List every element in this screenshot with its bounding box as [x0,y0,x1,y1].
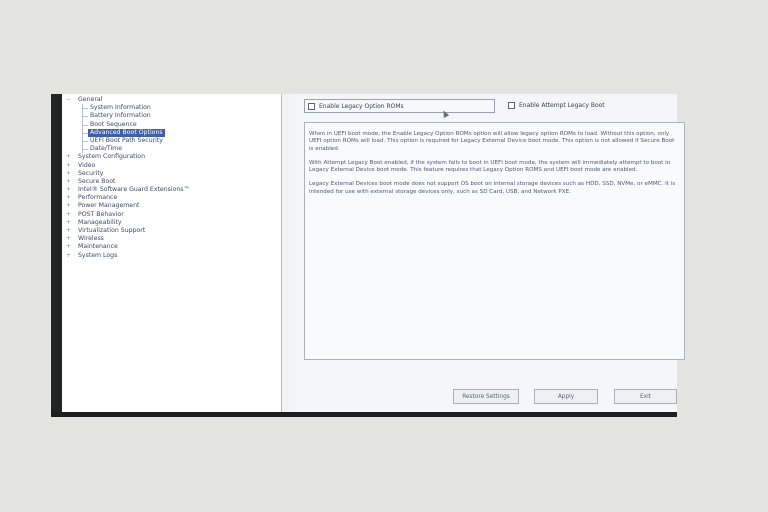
settings-tree: − General System Information Battery Inform… [62,94,282,412]
legacy-roms-option[interactable]: Enable Legacy Option ROMs [304,99,495,113]
tree-item-label: UEFI Boot Path Security [90,136,163,144]
help-description: When in UEFI boot mode, the Enable Legac… [304,122,685,360]
tree-item-label: Virtualization Support [78,227,146,234]
tree-category[interactable]: + Secure Boot [62,178,281,186]
monitor-bezel-left [51,94,62,417]
expand-icon[interactable]: + [66,178,71,186]
attempt-legacy-checkbox[interactable] [508,102,515,109]
restore-settings-button[interactable]: Restore Settings [453,389,519,404]
tree-guide-tick [82,149,88,151]
apply-button[interactable]: Apply [534,389,598,404]
tree-subitem[interactable]: Date/Time [62,145,281,154]
tree-category[interactable]: + Video [62,162,281,170]
tree-guide-tick [82,140,88,142]
tree-subitem[interactable]: Advanced Boot Options [62,128,281,137]
tree-category[interactable]: + Manageability [62,219,281,227]
tree-subitem[interactable]: Boot Sequence [62,120,281,129]
tree-category[interactable]: + Intel® Software Guard Extensions™ [62,186,281,194]
expand-icon[interactable]: + [66,202,71,210]
tree-item-label: General [78,96,103,103]
legacy-roms-label: Enable Legacy Option ROMs [319,103,404,110]
tree-item-label: System Configuration [78,153,146,161]
legacy-roms-checkbox[interactable] [308,103,315,110]
expand-icon[interactable]: + [66,227,71,235]
help-paragraph-1: When in UEFI boot mode, the Enable Legac… [309,131,675,152]
tree-item-label: Intel® Software Guard Extensions™ [78,186,190,194]
tree-item-label: Wireless [78,235,104,243]
expand-icon[interactable]: + [66,162,71,170]
expand-icon[interactable]: + [66,170,71,178]
expand-icon[interactable]: + [66,186,71,194]
tree-guide-tick [82,116,88,118]
expand-icon[interactable]: + [66,219,71,227]
advanced-boot-options-panel: Enable Legacy Option ROMs Enable Attempt… [296,94,685,412]
expand-icon[interactable]: + [66,235,71,243]
tree-item-label: Boot Sequence [90,120,137,128]
tree-category[interactable]: + Maintenance [62,243,281,251]
expand-icon[interactable]: + [66,153,71,161]
tree-category[interactable]: + Performance [62,194,281,202]
tree-item-label: Security [78,169,104,177]
tree-item-label: Manageability [78,218,122,226]
tree-category[interactable]: − General [62,96,281,104]
tree-item-label: Power Management [78,202,140,210]
attempt-legacy-label[interactable]: Enable Attempt Legacy Boot [519,102,605,109]
tree-category[interactable]: + Power Management [62,202,281,210]
tree-item-label: Maintenance [78,243,118,251]
tree-item-label: Performance [78,194,118,202]
help-paragraph-2: With Attempt Legacy Boot enabled, if the… [309,159,671,174]
tree-item-label: System Logs [78,251,118,259]
tree-subitem[interactable]: System Information [62,104,281,113]
tree-item-label: POST Behavior [78,210,124,218]
tree-category[interactable]: + POST Behavior [62,211,281,219]
help-paragraph-3: Legacy External Devices boot mode does n… [309,181,676,195]
tree-item-label: Date/Time [90,145,123,153]
expand-icon[interactable]: + [66,211,71,219]
tree-category[interactable]: + System Logs [62,252,281,260]
tree-item-label: Video [78,161,96,169]
boot-option-row: Enable Legacy Option ROMs Enable Attempt… [304,99,677,113]
tree-guide-tick [82,108,88,110]
exit-button[interactable]: Exit [614,389,677,404]
tree-category[interactable]: + Virtualization Support [62,227,281,235]
expand-icon[interactable]: + [66,243,71,251]
expand-icon[interactable]: + [66,194,71,202]
tree-guide-tick [82,124,88,126]
tree-subitem[interactable]: Battery Information [62,112,281,121]
tree-item-label: System Information [90,104,151,112]
tree-category[interactable]: + Wireless [62,235,281,243]
tree-item-label: Secure Boot [78,177,116,185]
tree-subitem[interactable]: UEFI Boot Path Security [62,136,281,146]
tree-item-label: Advanced Boot Options [88,128,165,137]
monitor-bezel-bottom [51,412,677,417]
tree-category[interactable]: + System Configuration [62,153,281,161]
tree-category[interactable]: + Security [62,170,281,178]
collapse-icon[interactable]: − [66,96,71,104]
expand-icon[interactable]: + [66,252,71,260]
tree-item-label: Battery Information [90,112,151,120]
